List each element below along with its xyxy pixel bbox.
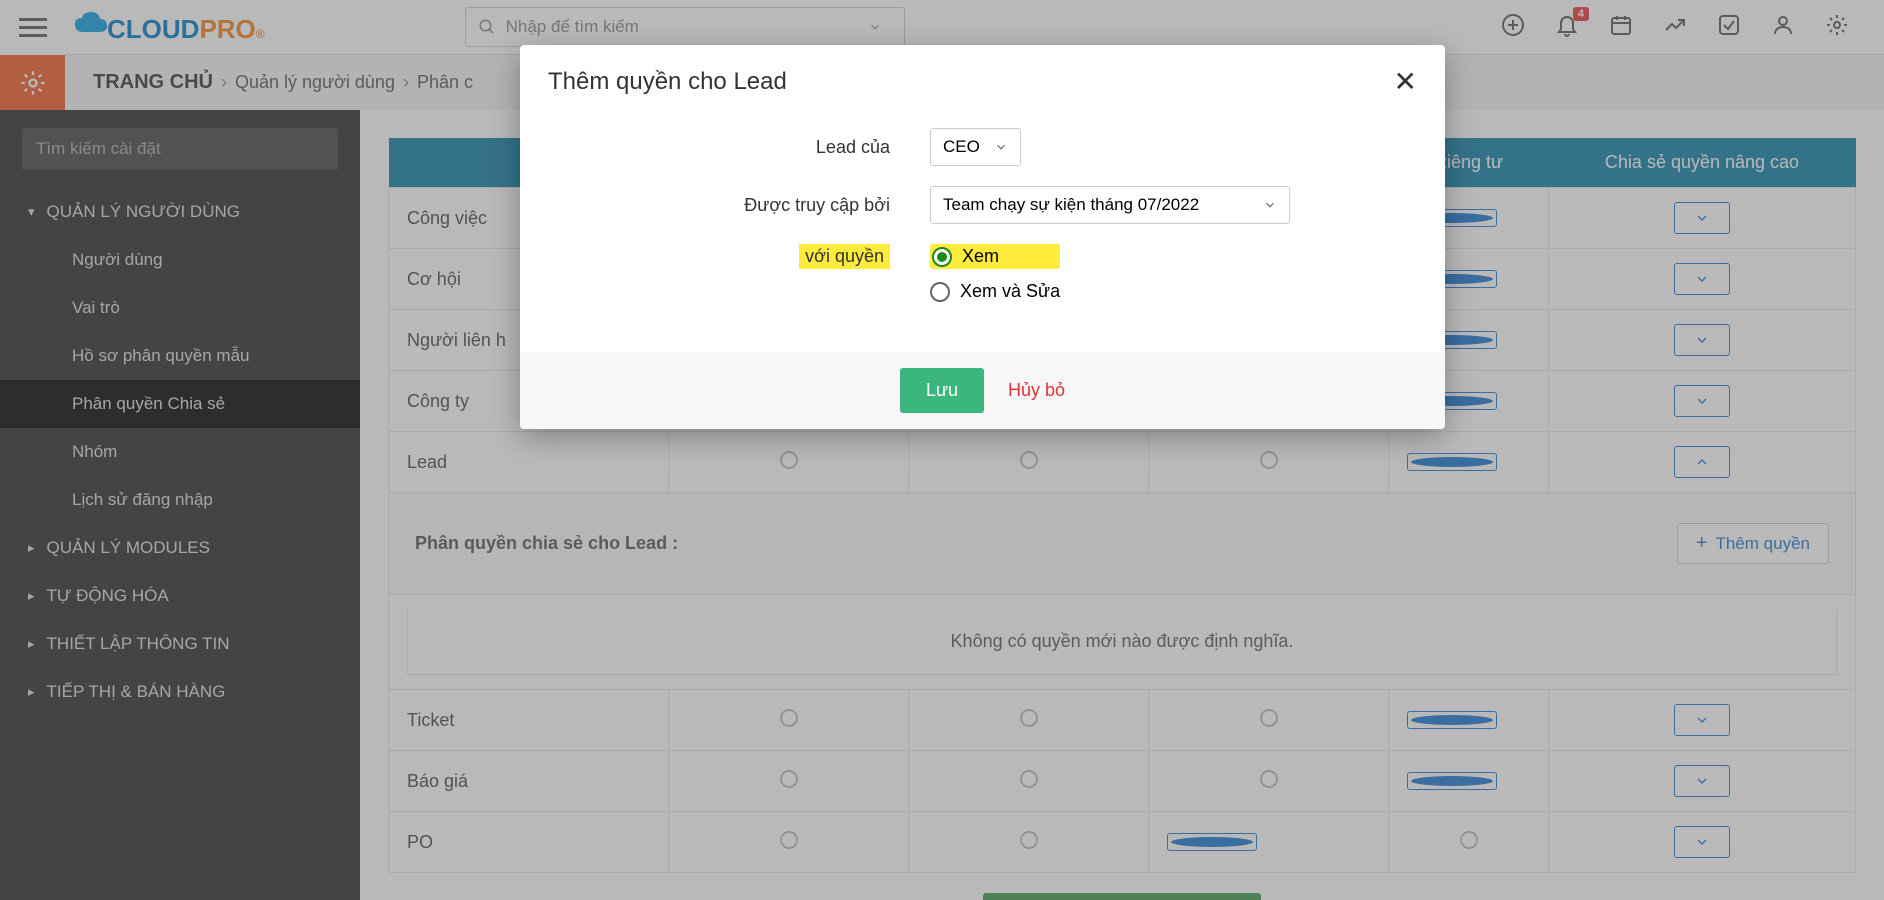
label-with-permission: với quyền: [799, 244, 890, 269]
chevron-down-icon: [1263, 198, 1277, 212]
close-icon[interactable]: ✕: [1394, 65, 1417, 98]
cancel-button[interactable]: Hủy bỏ: [1008, 380, 1065, 401]
select-accessed-by[interactable]: Team chạy sự kiện tháng 07/2022: [930, 186, 1290, 224]
modal-title: Thêm quyền cho Lead: [548, 68, 787, 96]
save-button[interactable]: Lưu: [900, 368, 984, 413]
label-lead-of: Lead của: [560, 137, 930, 158]
radio-option-view[interactable]: Xem: [930, 244, 1060, 269]
radio-option-edit[interactable]: Xem và Sửa: [930, 281, 1060, 302]
add-permission-modal: Thêm quyền cho Lead ✕ Lead của CEO Được …: [520, 45, 1445, 429]
chevron-down-icon: [994, 140, 1008, 154]
radio-dot-icon: [932, 247, 952, 267]
select-lead-of[interactable]: CEO: [930, 128, 1021, 166]
label-accessed-by: Được truy cập bởi: [560, 195, 930, 216]
radio-dot-icon: [930, 282, 950, 302]
